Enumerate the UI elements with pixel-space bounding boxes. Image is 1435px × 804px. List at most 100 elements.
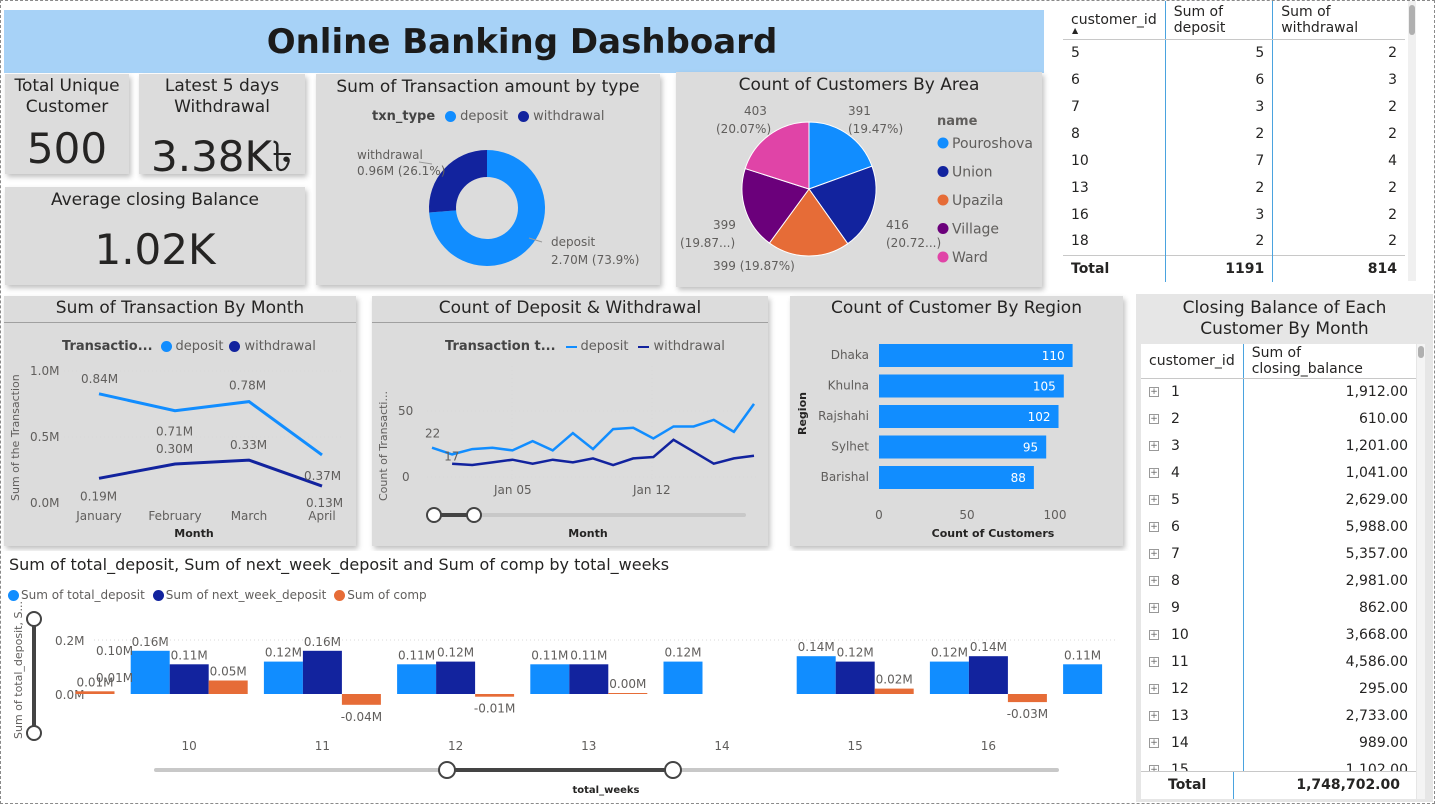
expand-row-icon[interactable]: + (1149, 467, 1159, 478)
customer-deposit-table-visual[interactable]: customer_id ▲ Sum of deposit Sum of with… (1058, 1, 1434, 289)
range-slider-end-handle[interactable] (466, 507, 482, 523)
bar-week-17-total-deposit[interactable] (1063, 664, 1103, 694)
kpi-withdrawal-5-days[interactable]: Latest 5 days Withdrawal 3.38K৳ (139, 74, 305, 181)
bar-week-10-next-week-deposit[interactable] (169, 664, 209, 694)
legend-item-pouroshova[interactable]: Pouroshova (952, 136, 1033, 152)
bar-week-12-comp[interactable] (475, 694, 515, 697)
table-scrollbar[interactable] (1408, 1, 1416, 281)
expand-row-icon[interactable]: + (1149, 494, 1159, 505)
table-row[interactable]: +4 1,041.00 (1141, 459, 1416, 486)
pie-chart-customers-by-area[interactable]: Count of Customers By Area 403 (20.07%) … (676, 72, 1042, 287)
column-header-sum-of-deposit[interactable]: Sum of deposit (1165, 1, 1274, 40)
line-series-withdrawal[interactable] (98, 458, 323, 488)
kpi-unique-customers[interactable]: Total Unique Customer 500 (5, 74, 129, 174)
closing-balance-table-visual[interactable]: Closing Balance of Each Customer By Mont… (1136, 294, 1433, 802)
column-header-label: customer_id (1071, 11, 1157, 28)
table-row[interactable]: +10 3,668.00 (1141, 621, 1416, 648)
column-header-customer-id[interactable]: customer_id (1141, 344, 1244, 379)
range-slider-start-handle[interactable] (426, 507, 442, 523)
expand-row-icon[interactable]: + (1149, 521, 1159, 532)
table-row[interactable]: +13 2,733.00 (1141, 702, 1416, 729)
table-row[interactable]: 822 (1063, 120, 1405, 147)
table-row[interactable]: 16 3 2 (1063, 201, 1405, 228)
x-range-slider-end-handle[interactable] (664, 761, 682, 779)
line-series-withdrawal[interactable] (452, 438, 755, 467)
bar-week-12-next-week-deposit[interactable] (436, 661, 476, 694)
table-body: 5 5 2 6 6 3 7 3 2 8 2 2 10 7 4 13 2 2 16 3 2 18 2 2 Total 1191 814 (1063, 39, 1405, 282)
column-header-sum-of-withdrawal[interactable]: Sum of withdrawal (1272, 1, 1405, 40)
bar-week-11-comp[interactable] (341, 694, 381, 705)
bar-week-15-total-deposit[interactable] (796, 656, 836, 694)
cell-closing-balance: 295.00 (1359, 680, 1408, 697)
table-row[interactable]: +12 295.00 (1141, 675, 1416, 702)
table-scrollbar[interactable] (1417, 344, 1425, 799)
line-series-deposit[interactable] (431, 403, 756, 456)
table-row[interactable]: +3 1,201.00 (1141, 432, 1416, 459)
legend-item-union[interactable]: Union (952, 165, 992, 181)
legend-item-upazila[interactable]: Upazila (952, 193, 1003, 209)
bar-week-10-comp[interactable] (208, 680, 248, 695)
expand-row-icon[interactable]: + (1149, 575, 1159, 586)
expand-row-icon[interactable]: + (1149, 548, 1159, 559)
line-chart-deposit-withdrawal-count[interactable]: Count of Deposit & Withdrawal Transactio… (372, 296, 768, 546)
bar-week-11-next-week-deposit[interactable] (302, 650, 342, 694)
table-row[interactable]: 18 2 2 (1063, 228, 1405, 255)
expand-row-icon[interactable]: + (1149, 602, 1159, 613)
expand-row-icon[interactable]: + (1149, 737, 1159, 748)
x-tick-label: 100 (1044, 508, 1067, 522)
expand-row-icon[interactable]: + (1149, 629, 1159, 640)
y-range-slider-top-handle[interactable] (26, 611, 42, 627)
clustered-bar-chart-total-weeks[interactable]: Sum of total_deposit, Sum of next_week_d… (4, 551, 1128, 801)
donut-chart-transaction-type[interactable]: Sum of Transaction amount by type txn_ty… (316, 74, 660, 285)
expand-row-icon[interactable]: + (1149, 656, 1159, 667)
bar-week-10-total-deposit[interactable] (130, 650, 170, 694)
table-row[interactable]: +11 4,586.00 (1141, 648, 1416, 675)
table-row[interactable]: 10 7 4 (1063, 147, 1405, 174)
column-header-customer-id[interactable]: customer_id ▲ (1063, 1, 1166, 40)
expand-row-icon[interactable]: + (1149, 413, 1159, 424)
table-row[interactable]: 73 2 (1063, 93, 1405, 120)
bar-week-11-total-deposit[interactable] (263, 661, 303, 694)
bar-week-13-total-deposit[interactable] (530, 664, 570, 694)
scrollbar-thumb[interactable] (1418, 346, 1424, 358)
bar-week-16-total-deposit[interactable] (929, 661, 969, 694)
legend-item-village[interactable]: Village (952, 222, 999, 238)
table-row[interactable]: +5 2,629.00 (1141, 486, 1416, 513)
table-row[interactable]: +14 989.00 (1141, 729, 1416, 756)
table-row[interactable]: +6 5,988.00 (1141, 513, 1416, 540)
table-row[interactable]: 13 2 2 (1063, 174, 1405, 201)
bar-week-15-comp[interactable] (874, 688, 914, 694)
column-header-sum-of-closing-balance[interactable]: Sum of closing_balance (1243, 344, 1416, 379)
bar-region-sylhet[interactable] (879, 435, 1047, 459)
table-row[interactable]: +1 1,912.00 (1141, 378, 1416, 405)
legend-item-ward[interactable]: Ward (952, 250, 988, 266)
table-row[interactable]: +9 862.00 (1141, 594, 1416, 621)
bar-chart-customers-by-region[interactable]: Count of Customer By Region Region Dhaka… (790, 296, 1123, 546)
expand-row-icon[interactable]: + (1149, 683, 1159, 694)
cell-closing-balance: 1,912.00 (1345, 383, 1408, 400)
data-label: 0.01M (96, 671, 133, 685)
donut-slice-withdrawal[interactable] (429, 150, 487, 213)
kpi-average-closing-balance[interactable]: Average closing Balance 1.02K (5, 187, 305, 285)
bar-week-13-next-week-deposit[interactable] (569, 664, 609, 694)
line-chart-transaction-by-month[interactable]: Sum of Transaction By Month Transactio..… (4, 296, 356, 546)
y-range-slider-bottom-handle[interactable] (26, 725, 42, 741)
bar-week-14-total-deposit[interactable] (663, 661, 703, 694)
bar-week-16-comp[interactable] (1007, 694, 1047, 703)
bar-week-9-comp[interactable] (75, 691, 115, 694)
bar-week-16-next-week-deposit[interactable] (968, 656, 1008, 694)
expand-row-icon[interactable]: + (1149, 710, 1159, 721)
x-range-slider-start-handle[interactable] (438, 761, 456, 779)
expand-row-icon[interactable]: + (1149, 440, 1159, 451)
table-row[interactable]: 55 2 (1063, 39, 1405, 66)
line-series-deposit[interactable] (98, 392, 323, 457)
bar-week-15-next-week-deposit[interactable] (835, 661, 875, 694)
table-row[interactable]: +7 5,357.00 (1141, 540, 1416, 567)
bar-week-13-comp[interactable] (608, 693, 648, 694)
scrollbar-thumb[interactable] (1409, 5, 1415, 35)
bar-week-12-total-deposit[interactable] (397, 664, 437, 694)
expand-row-icon[interactable]: + (1149, 386, 1159, 397)
table-row[interactable]: +2 610.00 (1141, 405, 1416, 432)
table-row[interactable]: 66 3 (1063, 66, 1405, 93)
table-row[interactable]: +8 2,981.00 (1141, 567, 1416, 594)
